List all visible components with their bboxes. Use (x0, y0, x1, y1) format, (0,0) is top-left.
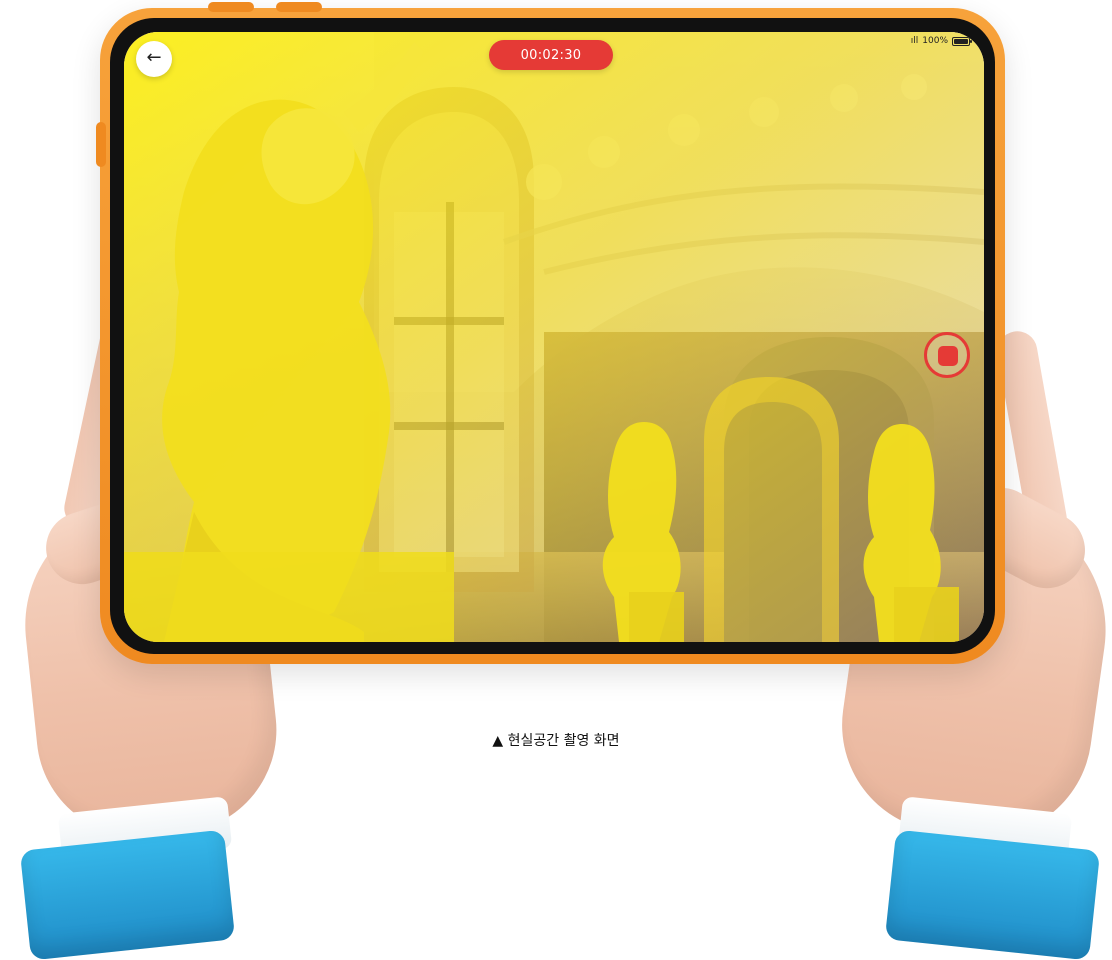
back-button[interactable]: ← (136, 41, 172, 77)
tablet-side-button (96, 122, 106, 167)
status-bar: ıll 100% (910, 34, 972, 48)
tablet-top-button-1 (208, 2, 254, 12)
stop-record-button[interactable] (924, 332, 974, 382)
camera-preview (124, 32, 984, 642)
tablet-screen: ıll 100% ← 00:02:30 (124, 32, 984, 642)
signal-icon: ıll (910, 36, 919, 46)
caption-text: ▲ 현실공간 촬영 화면 (492, 733, 620, 749)
recording-timer: 00:02:30 (489, 40, 613, 70)
stop-icon (938, 346, 958, 366)
battery-icon (952, 36, 972, 46)
battery-percentage: 100% (922, 36, 948, 46)
right-sleeve (884, 829, 1101, 960)
recording-timer-text: 00:02:30 (520, 47, 582, 63)
back-arrow-icon: ← (146, 47, 162, 68)
tablet-top-button-2 (276, 2, 322, 12)
left-sleeve (19, 829, 236, 960)
